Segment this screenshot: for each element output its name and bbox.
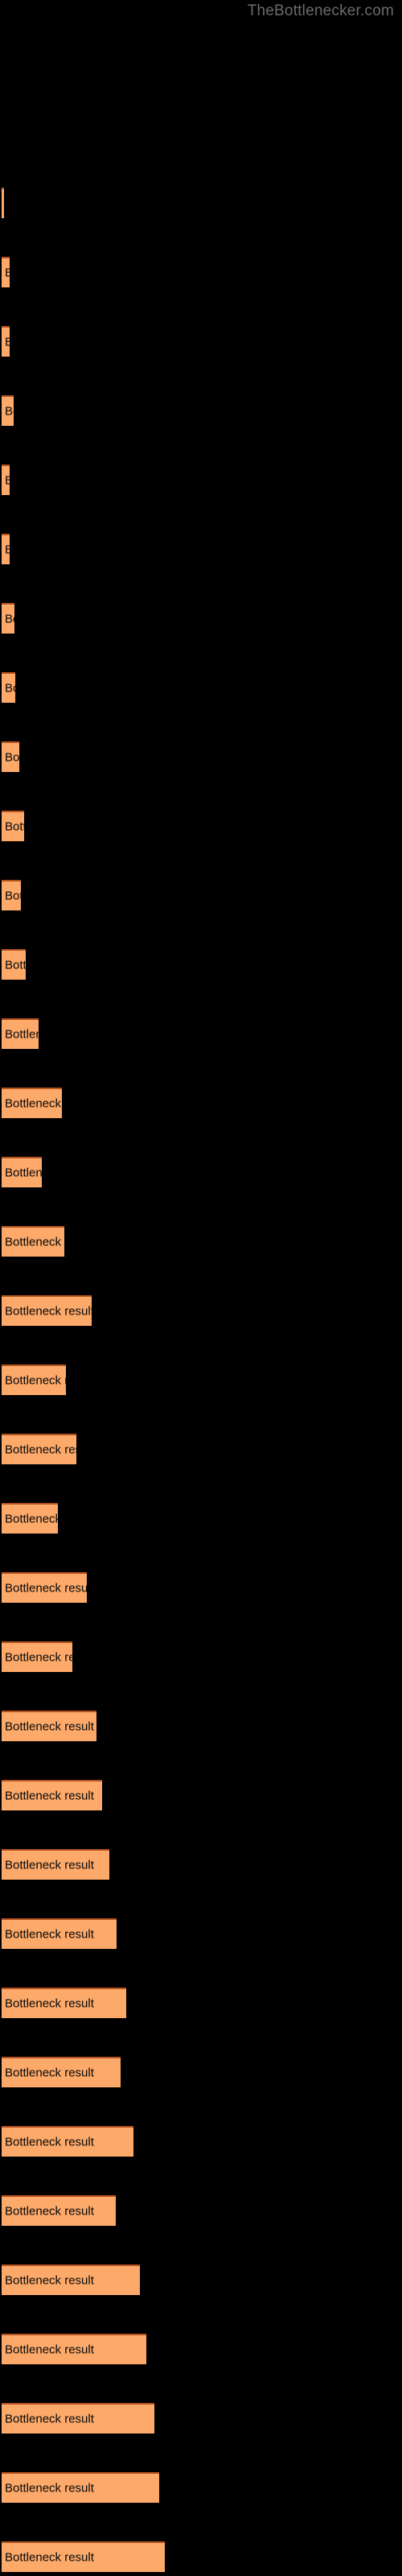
bar-label: Bottleneck result bbox=[5, 750, 19, 765]
bar: Bottleneck result bbox=[2, 1295, 92, 1326]
bar: Bottleneck result bbox=[2, 395, 14, 426]
bottleneck-bar-chart: TheBottlenecker.com Bottleneck resultBot… bbox=[0, 0, 402, 2576]
bar: Bottleneck result bbox=[2, 326, 10, 357]
bar-label: Bottleneck result bbox=[5, 2481, 94, 2496]
bar-label: Bottleneck result bbox=[5, 1650, 72, 1665]
bar: Bottleneck result bbox=[2, 1364, 66, 1395]
bar-label: Bottleneck result bbox=[5, 474, 10, 488]
bar: Bottleneck result bbox=[2, 603, 14, 634]
bar: Bottleneck result bbox=[2, 1503, 58, 1534]
bar: Bottleneck result bbox=[2, 2057, 121, 2087]
bar: Bottleneck result bbox=[2, 741, 19, 772]
bar: Bottleneck result bbox=[2, 188, 4, 218]
bar: Bottleneck result bbox=[2, 464, 10, 495]
bar: Bottleneck result bbox=[2, 1711, 96, 1741]
bar: Bottleneck result bbox=[2, 1641, 72, 1672]
bar-label: Bottleneck result bbox=[5, 2412, 94, 2426]
bar-label: Bottleneck result bbox=[5, 958, 26, 972]
bar-label: Bottleneck result bbox=[5, 1373, 66, 1388]
bar-label: Bottleneck result bbox=[5, 1719, 94, 1734]
bar: Bottleneck result bbox=[2, 2195, 116, 2226]
bar-label: Bottleneck result bbox=[5, 681, 15, 696]
bar-label: Bottleneck result bbox=[5, 1235, 64, 1249]
bar: Bottleneck result bbox=[2, 534, 10, 564]
bar: Bottleneck result bbox=[2, 2472, 159, 2503]
bar-label: Bottleneck result bbox=[5, 404, 14, 419]
bar: Bottleneck result bbox=[2, 257, 10, 287]
bar-label: Bottleneck result bbox=[5, 1512, 58, 1526]
bar: Bottleneck result bbox=[2, 1434, 76, 1464]
bar: Bottleneck result bbox=[2, 2334, 146, 2364]
bar-series-container: Bottleneck result Bottleneck result Bottle… bbox=[0, 0, 402, 2576]
bar: Bottleneck result bbox=[2, 1780, 102, 1810]
bar-label: Bottleneck result bbox=[5, 1443, 76, 1457]
bar-label: Bottleneck result bbox=[5, 1096, 62, 1111]
bar-label: Bottleneck result bbox=[5, 612, 14, 626]
bar: Bottleneck result bbox=[2, 949, 26, 980]
bar: Bottleneck result bbox=[2, 1918, 117, 1949]
bar: Bottleneck result bbox=[2, 2264, 140, 2295]
bar-label: Bottleneck result bbox=[5, 2343, 94, 2357]
bar: Bottleneck result bbox=[2, 1988, 126, 2018]
bar: Bottleneck result bbox=[2, 2126, 133, 2157]
bar-label: Bottleneck result bbox=[5, 2550, 94, 2565]
bar-label: Bottleneck result bbox=[5, 266, 10, 280]
bar: Bottleneck result bbox=[2, 880, 21, 910]
bar-label: Bottleneck result bbox=[5, 543, 10, 557]
bar-label: Bottleneck result bbox=[5, 2204, 94, 2219]
bar-label: Bottleneck result bbox=[5, 1581, 87, 1596]
bar-label: Bottleneck result bbox=[5, 2066, 94, 2080]
bar-label: Bottleneck result bbox=[5, 1304, 92, 1319]
bar: Bottleneck result bbox=[2, 672, 15, 703]
bar: Bottleneck result bbox=[2, 1849, 109, 1880]
bar: Bottleneck result bbox=[2, 1226, 64, 1257]
bar: Bottleneck result bbox=[2, 811, 24, 841]
bar: Bottleneck result bbox=[2, 1157, 42, 1187]
bar-label: Bottleneck result bbox=[5, 1927, 94, 1942]
bar-label: Bottleneck result bbox=[5, 1027, 39, 1042]
bar-label: Bottleneck result bbox=[5, 1996, 94, 2011]
bar-label: Bottleneck result bbox=[5, 1789, 94, 1803]
bar: Bottleneck result bbox=[2, 2541, 165, 2572]
bar-label: Bottleneck result bbox=[5, 819, 24, 834]
bar: Bottleneck result bbox=[2, 1572, 87, 1603]
bar-label: Bottleneck result bbox=[5, 889, 21, 903]
bar-label: Bottleneck result bbox=[5, 2135, 94, 2149]
bar: Bottleneck result bbox=[2, 1018, 39, 1049]
bar-label: Bottleneck result bbox=[5, 1858, 94, 1872]
bar-label: Bottleneck result bbox=[5, 2273, 94, 2288]
bar-label: Bottleneck result bbox=[5, 1166, 42, 1180]
bar: Bottleneck result bbox=[2, 2403, 154, 2434]
bar: Bottleneck result bbox=[2, 1088, 62, 1118]
bar-label: Bottleneck result bbox=[5, 336, 10, 349]
